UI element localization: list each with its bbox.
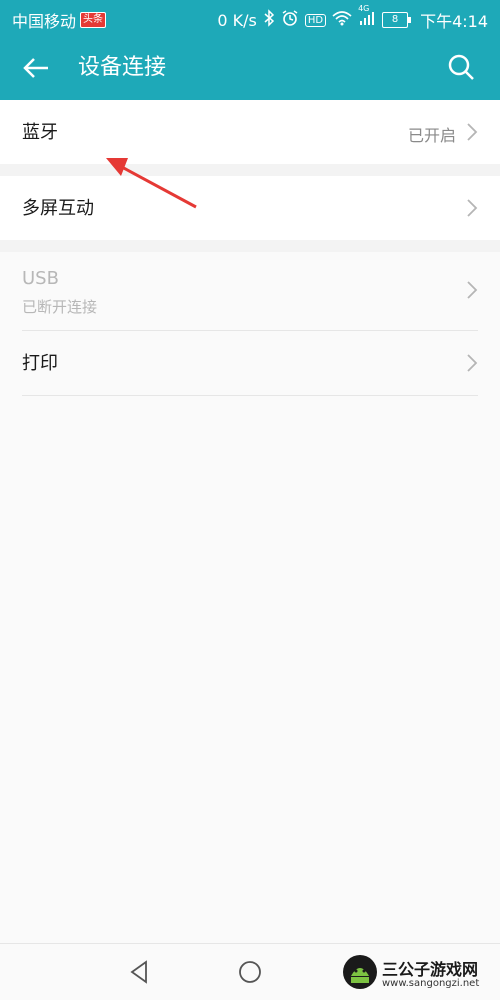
- arrow-left-icon: [23, 58, 48, 78]
- watermark: 三公子游戏网 www.sangongzi.net: [342, 950, 492, 996]
- status-right: 0 K/s HD 4G 8 下午4:14: [217, 4, 488, 32]
- status-left: 中国移动 头条: [12, 8, 107, 32]
- battery-indicator: 8: [382, 12, 412, 28]
- setting-item-multiscreen[interactable]: 多屏互动: [22, 176, 478, 240]
- wifi-icon: [332, 10, 352, 30]
- multiscreen-label: 多屏互动: [22, 198, 94, 219]
- app-badge: 头条: [80, 12, 107, 28]
- app-bar: 设备连接: [0, 36, 500, 100]
- chevron-right-icon: [466, 198, 478, 218]
- alarm-icon: [281, 9, 299, 31]
- multiscreen-group: 多屏互动: [0, 176, 500, 240]
- section-separator: [0, 164, 500, 176]
- nav-home-button[interactable]: [236, 958, 264, 986]
- bluetooth-label: 蓝牙: [22, 122, 58, 143]
- page-title: 设备连接: [78, 55, 167, 80]
- usb-status: 已断开连接: [22, 298, 98, 316]
- bluetooth-icon: [263, 9, 275, 31]
- chevron-right-icon: [466, 122, 478, 142]
- signal-label: 4G: [358, 4, 370, 13]
- triangle-back-icon: [130, 960, 147, 984]
- android-logo-icon: [342, 954, 378, 990]
- list-divider: [22, 395, 478, 396]
- status-bar: 中国移动 头条 0 K/s HD 4G 8 下午4:14: [0, 0, 500, 36]
- search-icon: [448, 54, 474, 80]
- circle-home-icon: [239, 961, 261, 983]
- bluetooth-group: 蓝牙 已开启: [0, 100, 500, 164]
- section-separator: [0, 240, 500, 252]
- signal-icon: 4G: [358, 4, 376, 30]
- clock: 下午4:14: [420, 12, 488, 31]
- setting-item-bluetooth[interactable]: 蓝牙 已开启: [22, 100, 478, 164]
- back-button[interactable]: [20, 52, 52, 84]
- search-button[interactable]: [446, 52, 476, 82]
- chevron-right-icon: [466, 353, 478, 373]
- hd-icon: HD: [304, 13, 327, 27]
- watermark-url: www.sangongzi.net: [382, 978, 480, 989]
- usb-print-group: USB 已断开连接 打印: [0, 252, 500, 396]
- setting-item-print[interactable]: 打印: [22, 331, 478, 395]
- nav-back-button[interactable]: [126, 958, 154, 986]
- watermark-text: 三公子游戏网: [382, 960, 479, 979]
- network-speed: 0 K/s: [217, 10, 257, 30]
- usb-label: USB: [22, 268, 59, 289]
- print-label: 打印: [22, 353, 58, 374]
- bluetooth-status: 已开启: [407, 126, 456, 145]
- carrier-name: 中国移动: [12, 12, 77, 31]
- setting-item-usb[interactable]: USB 已断开连接: [22, 252, 478, 330]
- chevron-right-icon: [466, 280, 478, 300]
